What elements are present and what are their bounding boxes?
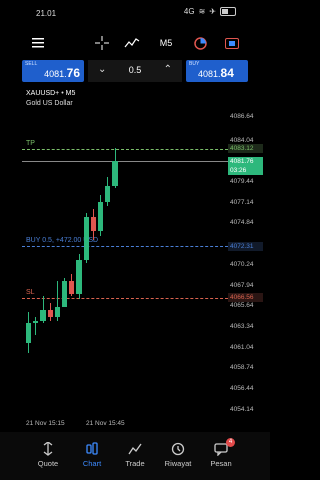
price-axis-label: 4065.64	[230, 302, 254, 310]
volume-control: ⌄ 0.5 ⌃	[88, 60, 182, 82]
crosshair-icon[interactable]	[92, 33, 112, 53]
sell-button[interactable]: SELL 4081.76	[22, 60, 84, 82]
price-axis-label: 4074.84	[230, 219, 254, 227]
stop-loss-label: SL	[26, 288, 35, 296]
candle-wick	[35, 316, 37, 335]
nav-messages[interactable]: Pesan 4	[196, 438, 246, 468]
candle-body	[47, 310, 53, 318]
price-axis-label: 4084.04	[230, 136, 254, 144]
price-axis-label: 4058.74	[230, 364, 254, 372]
chart-toolbar: M5	[0, 30, 270, 56]
nav-messages-label: Pesan	[210, 459, 232, 468]
quote-icon	[23, 441, 73, 456]
position-line[interactable]	[22, 246, 228, 248]
message-badge: 4	[226, 438, 235, 447]
price-chart[interactable]: 4086.64 4084.04 4081.76 4079.44 4077.14 4074.…	[22, 96, 270, 420]
price-axis-label: 4056.44	[230, 385, 254, 393]
timeframe-button[interactable]: M5	[155, 33, 177, 53]
candle-body	[33, 321, 39, 323]
status-time: 21.01	[36, 9, 57, 18]
candle-body	[54, 306, 60, 318]
price-axis-label: 4079.44	[230, 178, 254, 186]
bid-price-tag: 4081.76	[228, 156, 263, 166]
candle-body	[112, 161, 118, 186]
candle-body	[76, 259, 82, 294]
price-axis-label: 4054.14	[230, 405, 254, 413]
bid-price-line[interactable]	[22, 161, 228, 163]
price-axis-label: 4061.04	[230, 343, 254, 351]
candle-body	[62, 281, 68, 307]
price-axis-label: 4077.14	[230, 198, 254, 206]
price-axis-label: 4070.24	[230, 260, 254, 268]
take-profit-line[interactable]	[22, 148, 228, 150]
candle-countdown-tag: 03:26	[228, 165, 263, 175]
increase-volume-icon[interactable]: ⌃	[164, 64, 172, 75]
one-click-trade-panel: SELL 4081.76 ⌄ 0.5 ⌃ BUY 4081.84	[22, 60, 248, 82]
candle-body	[83, 216, 89, 260]
candle-body	[40, 310, 46, 321]
new-order-icon[interactable]	[222, 33, 242, 53]
price-axis-label: 4063.34	[230, 322, 254, 330]
x-axis-label-1: 21 Nov 15:15	[26, 420, 65, 427]
indicators-icon[interactable]	[122, 33, 142, 53]
battery-icon	[220, 7, 236, 16]
x-axis-label-2: 21 Nov 15:45	[86, 420, 125, 427]
candle-body	[69, 281, 75, 294]
nav-quote[interactable]: Quote	[23, 441, 73, 468]
status-icons: 4G ≋ ✈	[184, 7, 236, 16]
stop-loss-price-tag: 4066.56	[228, 293, 263, 303]
candle-body	[26, 322, 32, 344]
sell-price: 4081.76	[44, 66, 80, 80]
nav-quote-label: Quote	[37, 459, 59, 468]
bottom-navigation: Quote Chart Trade Riwayat Pesan 4	[0, 432, 270, 480]
candle-body	[98, 202, 104, 231]
airplane-icon: ✈	[209, 7, 216, 16]
take-profit-label: TP	[26, 139, 35, 147]
buy-button[interactable]: BUY 4081.84	[186, 60, 248, 82]
buy-price: 4081.84	[198, 66, 234, 80]
stop-loss-line[interactable]	[22, 297, 228, 299]
nav-chart-label: Chart	[82, 459, 102, 468]
nav-trade-label: Trade	[125, 459, 145, 468]
sell-label: SELL	[25, 61, 38, 67]
one-click-trading-icon[interactable]	[190, 33, 210, 53]
position-price-tag: 4072.31	[228, 241, 263, 251]
nav-history-label: Riwayat	[164, 459, 192, 468]
price-axis-label: 4086.64	[230, 113, 254, 121]
price-axis-label: 4067.94	[230, 281, 254, 289]
signal-text: 4G	[183, 7, 195, 16]
wifi-icon: ≋	[198, 7, 206, 16]
volume-value[interactable]: 0.5	[124, 65, 146, 75]
decrease-volume-icon[interactable]: ⌄	[98, 64, 106, 75]
take-profit-price-tag: 4083.12	[228, 144, 263, 154]
message-icon	[196, 442, 246, 457]
menu-icon[interactable]	[28, 33, 48, 53]
status-bar: 21.01 4G ≋ ✈	[0, 0, 270, 26]
candle-body	[90, 216, 96, 231]
candle-body	[105, 186, 111, 203]
